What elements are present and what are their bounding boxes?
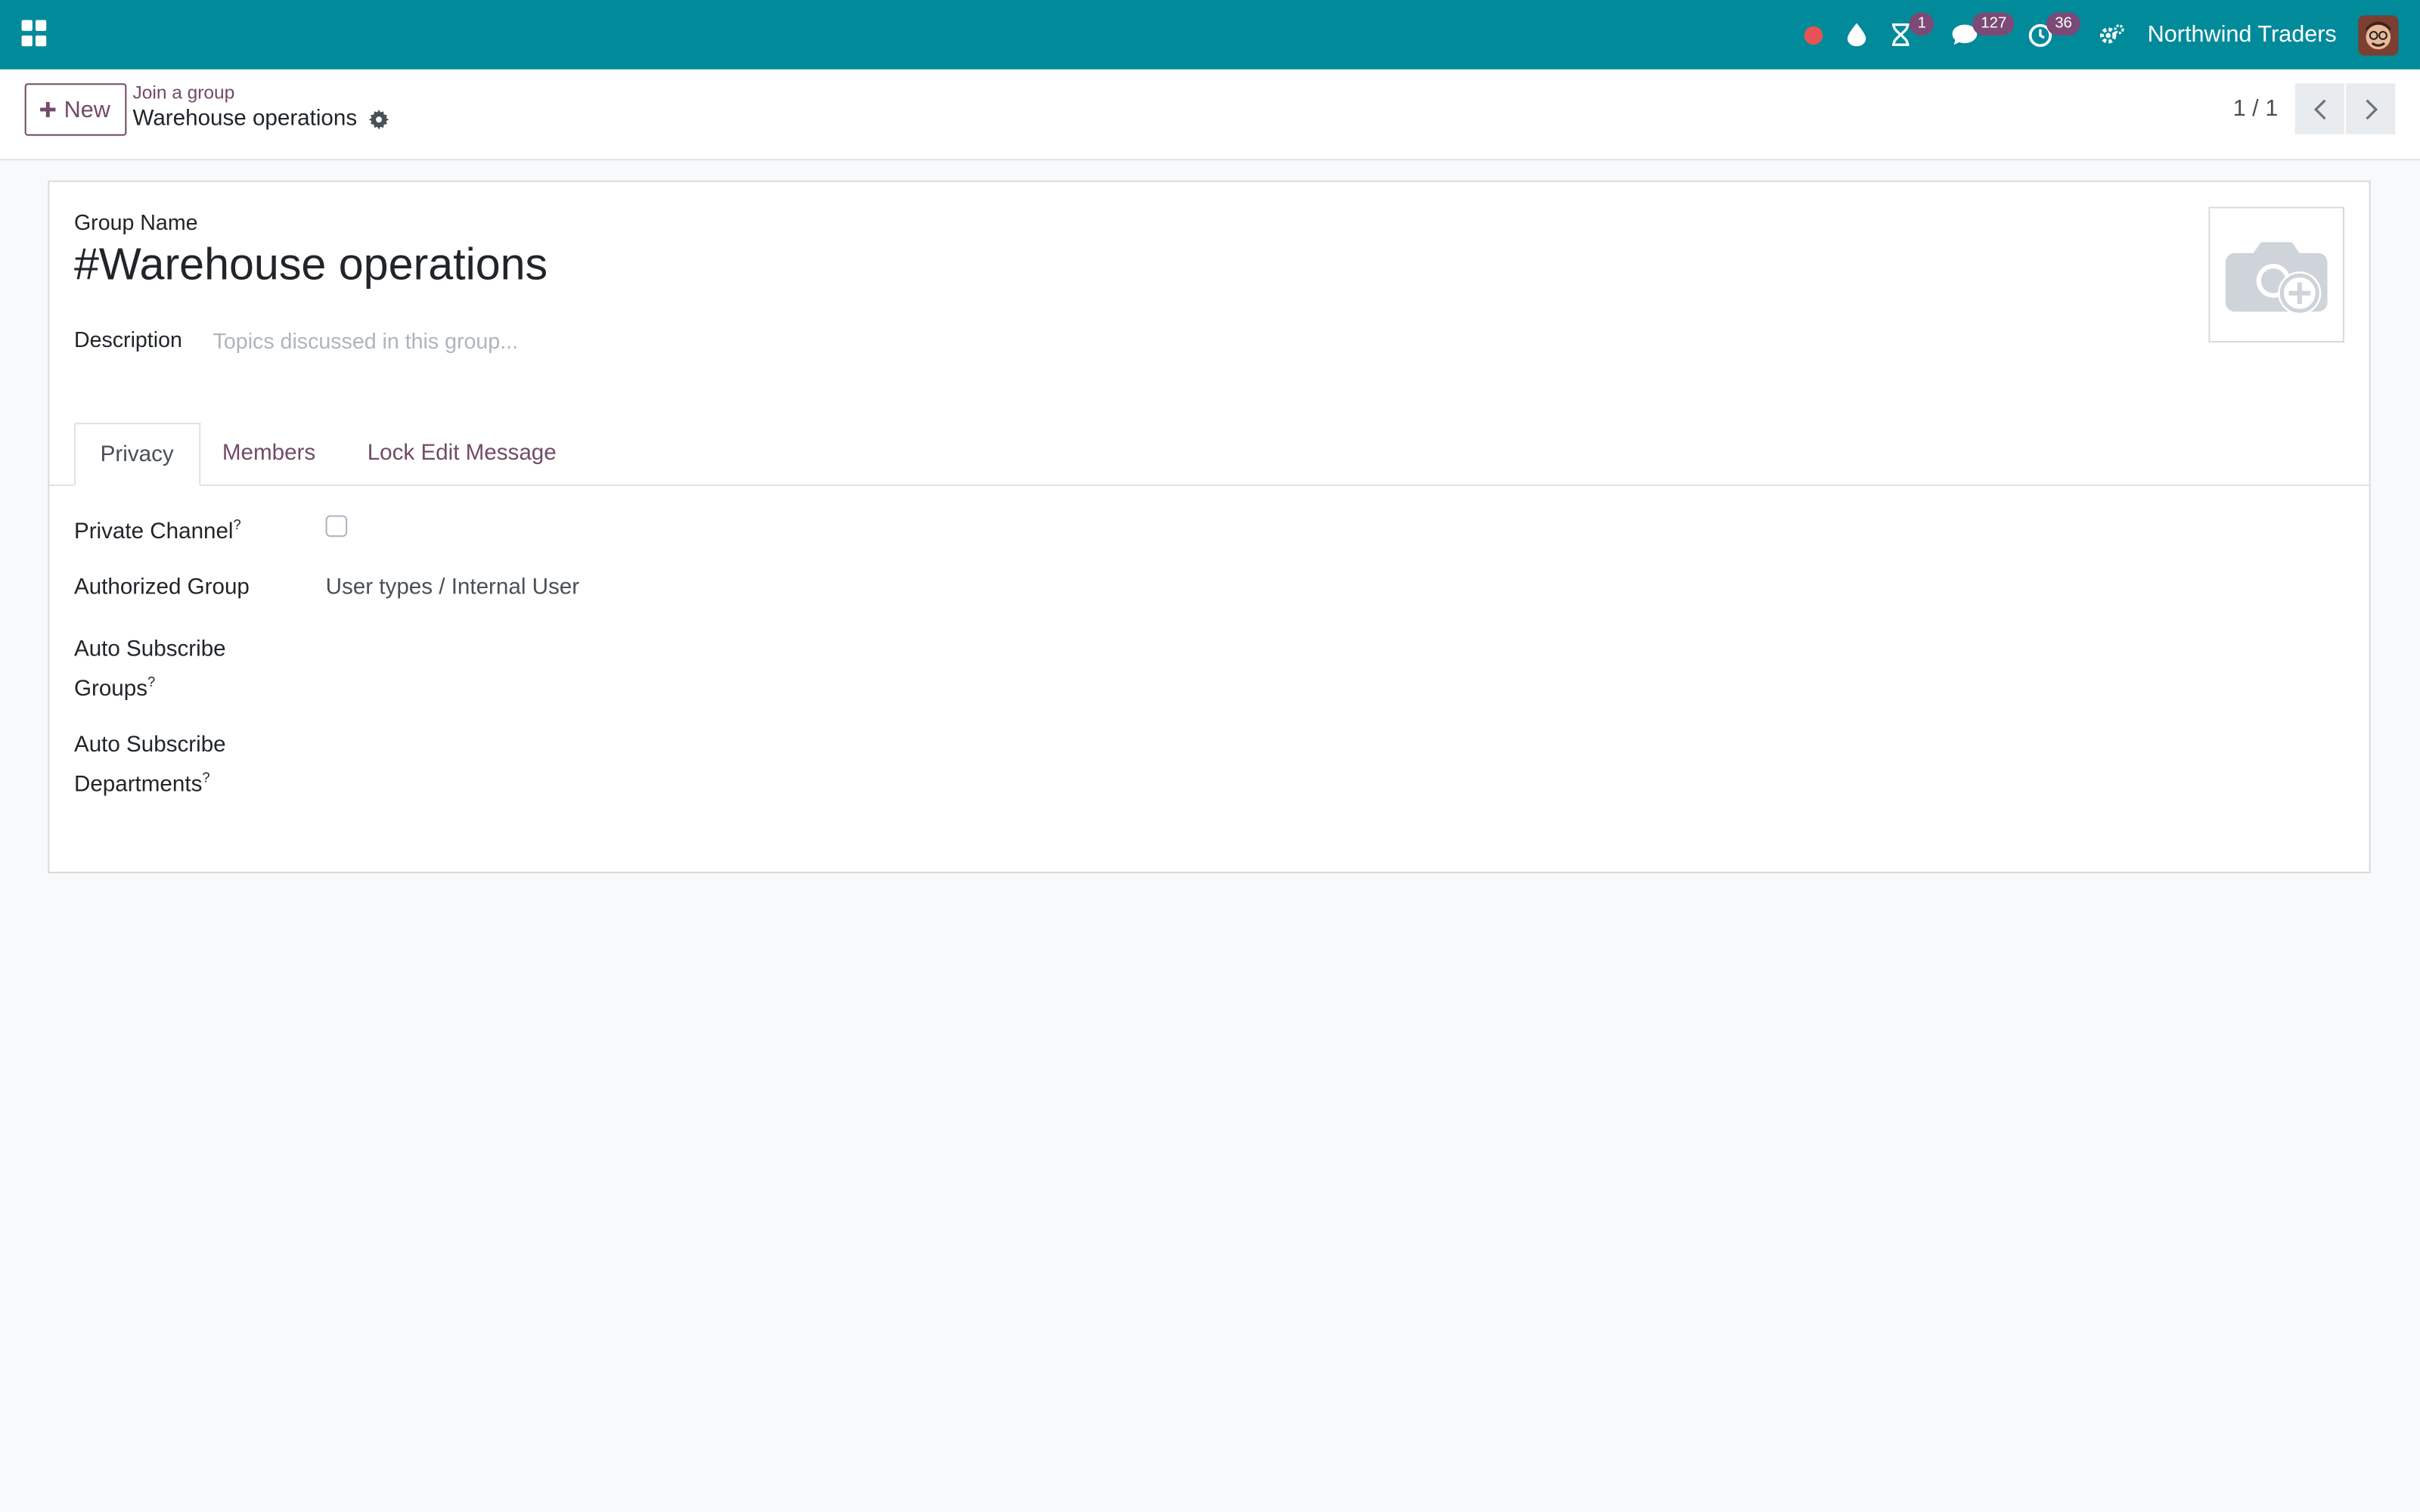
gear-icon[interactable]	[369, 108, 390, 129]
authorized-group-field[interactable]: User types / Internal User	[326, 575, 580, 600]
messages-button[interactable]: 127	[1951, 0, 2015, 70]
new-button-label: New	[64, 96, 110, 123]
pager-previous-button[interactable]	[2294, 83, 2344, 135]
tab-privacy[interactable]: Privacy	[73, 423, 200, 486]
avatar[interactable]	[2358, 14, 2399, 55]
activities-button[interactable]: 1	[1891, 0, 1934, 70]
auto-subscribe-departments-label: Auto Subscribe Departments?	[74, 730, 226, 802]
chevron-left-icon	[2313, 98, 2325, 119]
auto-subscribe-groups-line2: Groups	[73, 677, 148, 702]
description-label: Description	[73, 327, 182, 352]
drop-icon[interactable]	[1848, 0, 1867, 70]
image-upload[interactable]	[2208, 206, 2344, 343]
plus-icon	[41, 101, 57, 118]
top-navbar: 1 127 36 Northwind Traders	[0, 0, 2420, 70]
company-name[interactable]: Northwind Traders	[2148, 22, 2337, 48]
form-sheet: Group Name #Warehouse operations Descrip…	[48, 180, 2371, 874]
camera-add-icon	[2225, 242, 2328, 315]
pager-next-button[interactable]	[2346, 83, 2396, 135]
help-mark[interactable]: ?	[234, 517, 241, 532]
private-channel-label-text: Private Channel	[73, 519, 234, 545]
activities-badge: 1	[1910, 12, 1934, 36]
help-mark[interactable]: ?	[202, 770, 209, 785]
clock-badge: 36	[2046, 12, 2080, 36]
record-title: Warehouse operations	[132, 106, 358, 132]
private-channel-label: Private Channel?	[74, 509, 241, 549]
hourglass-icon	[1892, 23, 1910, 46]
pager: 1 / 1	[2233, 83, 2396, 135]
pager-value[interactable]: 1 / 1	[2233, 96, 2279, 122]
messages-badge: 127	[1973, 12, 2015, 36]
tab-lock-edit-message[interactable]: Lock Edit Message	[343, 423, 581, 486]
private-channel-checkbox[interactable]	[325, 515, 348, 538]
description-input[interactable]	[213, 324, 830, 358]
auto-subscribe-groups-line1: Auto Subscribe	[73, 637, 226, 662]
auto-subscribe-departments-field[interactable]	[326, 730, 789, 764]
apps-icon[interactable]	[21, 20, 50, 48]
tab-members[interactable]: Members	[197, 423, 340, 486]
settings-icon[interactable]	[2099, 0, 2126, 70]
group-name-label: Group Name	[73, 209, 198, 235]
control-panel: New Join a group Warehouse operations 1 …	[0, 69, 2420, 161]
breadcrumb-parent[interactable]: Join a group	[133, 82, 235, 104]
auto-subscribe-departments-line2: Departments	[73, 773, 203, 798]
navbar-systray: 1 127 36 Northwind Traders	[1780, 0, 2399, 70]
auto-subscribe-groups-field[interactable]	[326, 634, 789, 668]
group-name-input[interactable]: #Warehouse operations	[74, 240, 548, 291]
chevron-right-icon	[2365, 98, 2378, 119]
auto-subscribe-groups-label: Auto Subscribe Groups?	[74, 634, 226, 707]
new-button[interactable]: New	[24, 83, 127, 136]
help-mark[interactable]: ?	[147, 674, 155, 689]
record-dot-icon[interactable]	[1804, 0, 1824, 70]
notebook-tabs: Privacy Members Lock Edit Message	[49, 423, 2369, 486]
breadcrumb-current: Warehouse operations	[132, 106, 390, 132]
clock-button[interactable]: 36	[2029, 0, 2080, 70]
auto-subscribe-departments-line1: Auto Subscribe	[73, 733, 226, 758]
authorized-group-label: Authorized Group	[73, 575, 250, 600]
